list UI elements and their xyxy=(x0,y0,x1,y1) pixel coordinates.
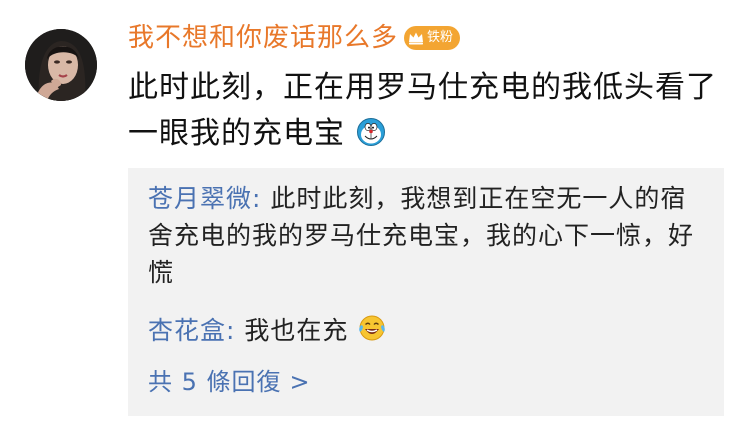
more-replies-label: 共 5 條回復 xyxy=(148,368,282,396)
comment-author[interactable]: 杏花盒 xyxy=(148,316,226,345)
comment-text: 我也在充 xyxy=(244,316,349,345)
comment-item[interactable]: 苍月翠微: 此时此刻，我想到正在空无一人的宿舍充电的我的罗马仕充电宝，我的心下一… xyxy=(148,180,708,291)
fan-badge[interactable]: 铁粉 xyxy=(404,26,461,50)
comment-separator: : xyxy=(226,316,245,345)
badge-label: 铁粉 xyxy=(427,30,454,45)
doraemon-emoji xyxy=(356,115,386,146)
avatar[interactable] xyxy=(25,29,97,101)
comment-item[interactable]: 杏花盒: 我也在充 xyxy=(148,312,708,349)
post-body: 此时此刻，正在用罗马仕充电的我低头看了一眼我的充电宝 xyxy=(128,65,728,157)
chevron-right-icon: > xyxy=(289,368,311,396)
comment-separator: : xyxy=(252,184,271,213)
more-replies-link[interactable]: 共 5 條回復 > xyxy=(148,364,311,400)
comment-author[interactable]: 苍月翠微 xyxy=(148,184,252,213)
weibo-post: 我不想和你废话那么多 铁粉 此时此刻，正在用罗马仕充电的我低头看了一眼我的充电宝 xyxy=(0,0,747,431)
post-text: 此时此刻，正在用罗马仕充电的我低头看了一眼我的充电宝 xyxy=(128,70,717,151)
crown-icon xyxy=(407,29,425,47)
laughing-tears-emoji xyxy=(357,313,387,343)
comment-preview-box[interactable]: 苍月翠微: 此时此刻，我想到正在空无一人的宿舍充电的我的罗马仕充电宝，我的心下一… xyxy=(128,168,724,416)
username[interactable]: 我不想和你废话那么多 xyxy=(128,20,398,56)
post-header: 我不想和你废话那么多 铁粉 xyxy=(128,20,461,56)
